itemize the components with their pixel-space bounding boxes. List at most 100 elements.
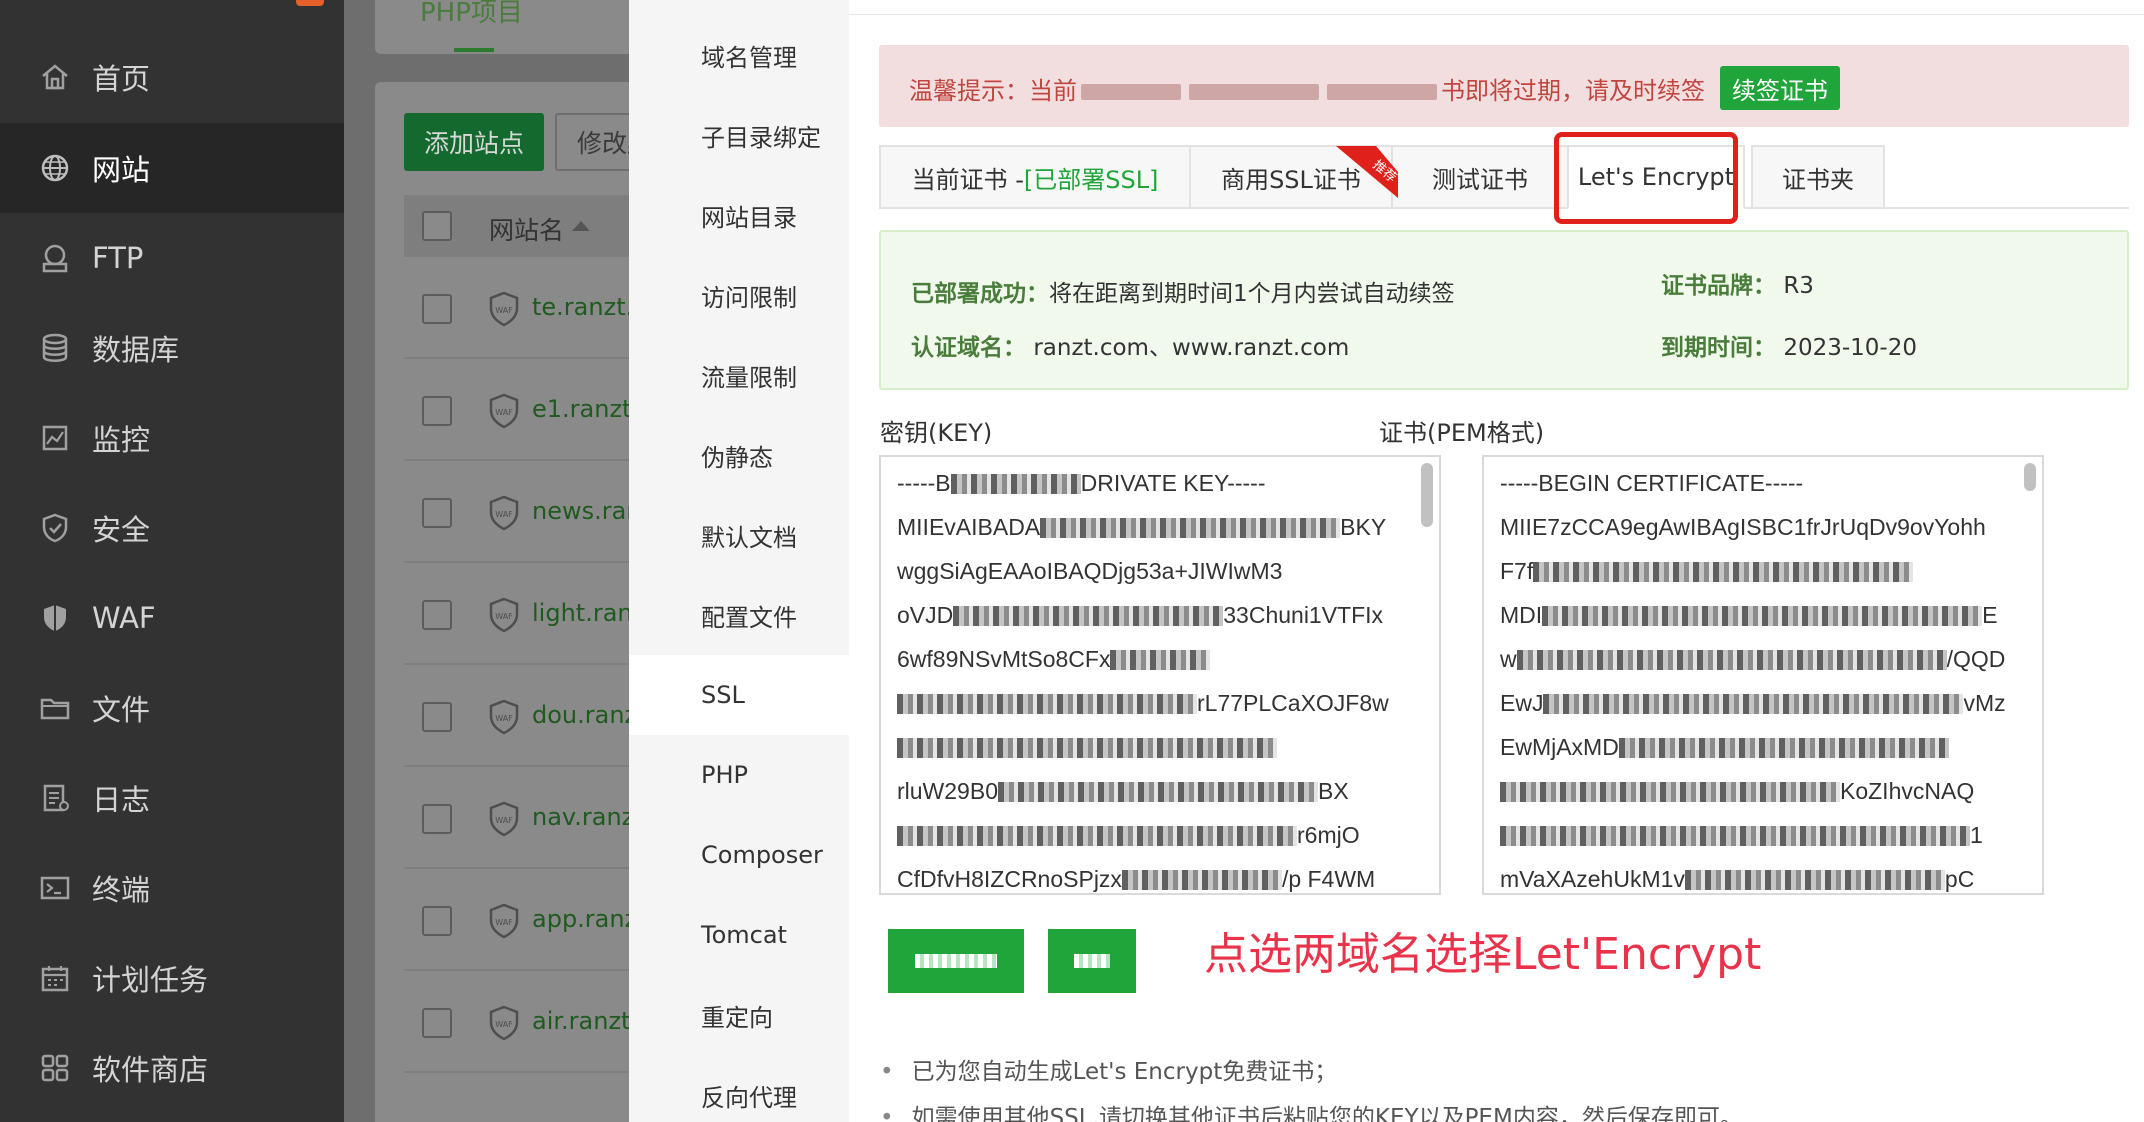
site-link[interactable]: e1.ranzt.c: [532, 395, 642, 423]
row-checkbox[interactable]: [422, 396, 452, 426]
row-checkbox[interactable]: [422, 294, 452, 324]
menu-domain-management[interactable]: 域名管理: [629, 15, 849, 95]
log-icon: [38, 781, 72, 815]
cert-label: 证书(PEM格式): [1379, 419, 1545, 447]
site-link[interactable]: light.ranz: [532, 599, 642, 627]
cert-line: 1: [1500, 822, 1983, 849]
modal-divider: [849, 14, 2144, 15]
home-icon: [38, 60, 72, 94]
save-button[interactable]: [888, 929, 1024, 993]
deployed-value: 将在距离到期时间1个月内尝试自动续签: [1049, 281, 1455, 307]
sidebar-item-website[interactable]: 网站: [0, 123, 344, 213]
row-checkbox[interactable]: [422, 702, 452, 732]
waf-shield-icon: WAF: [489, 495, 519, 531]
note-auto-generated: 已为您自动生成Let's Encrypt免费证书；: [880, 1052, 1338, 1086]
main-sidebar: 首页 网站 FTP 数据库 监控 安全 WAF 文件 日志 终端 计划任务 软件…: [0, 0, 344, 1122]
sidebar-item-security[interactable]: 安全: [0, 483, 344, 573]
menu-composer[interactable]: Composer: [629, 815, 849, 895]
tab-active-indicator: [454, 48, 494, 52]
sort-asc-icon[interactable]: [572, 221, 590, 231]
site-link[interactable]: dou.ranzt: [532, 701, 642, 729]
menu-ssl[interactable]: SSL: [629, 655, 849, 735]
site-link[interactable]: te.ranzt.c: [532, 293, 642, 321]
menu-subdirectory-binding[interactable]: 子目录绑定: [629, 95, 849, 175]
sidebar-item-cron[interactable]: 计划任务: [0, 933, 344, 1023]
tab-current-certificate[interactable]: 当前证书 - [已部署SSL]: [879, 145, 1191, 209]
monitor-icon: [38, 421, 72, 455]
table-row[interactable]: WAF nav.ranzt: [404, 769, 644, 869]
cert-line: MIIE7zCCA9egAwIBAgISBC1frJrUqDv9ovYohh: [1500, 514, 1986, 540]
sidebar-item-store[interactable]: 软件商店: [0, 1023, 344, 1113]
key-label: 密钥(KEY): [880, 419, 993, 447]
svg-text:WAF: WAF: [495, 408, 513, 417]
site-link[interactable]: air.ranzt.c: [532, 1007, 642, 1035]
tab-certificate-folder[interactable]: 证书夹: [1751, 145, 1885, 209]
sidebar-item-home[interactable]: 首页: [0, 32, 344, 122]
sidebar-item-label: 日志: [92, 783, 151, 817]
ssl-tabbar: 当前证书 - [已部署SSL] 商用SSL证书 测试证书 Let's Encry…: [879, 145, 2129, 209]
row-checkbox[interactable]: [422, 1008, 452, 1038]
menu-site-directory[interactable]: 网站目录: [629, 175, 849, 255]
table-row[interactable]: WAF news.ranz: [404, 463, 644, 563]
database-icon: [38, 331, 72, 365]
warning-prefix: 温馨提示：当前: [909, 77, 1077, 105]
sidebar-item-waf[interactable]: WAF: [0, 573, 344, 663]
private-key-textarea[interactable]: -----B DRIVATE KEY----- MIIEvAIBADA BKY wg…: [879, 455, 1441, 895]
table-row[interactable]: WAF app.ranzt: [404, 871, 644, 971]
sidebar-item-files[interactable]: 文件: [0, 663, 344, 753]
menu-default-document[interactable]: 默认文档: [629, 495, 849, 575]
scrollbar-thumb[interactable]: [2024, 463, 2036, 491]
sidebar-item-database[interactable]: 数据库: [0, 303, 344, 393]
row-checkbox[interactable]: [422, 804, 452, 834]
table-row[interactable]: WAF light.ranz: [404, 565, 644, 665]
site-link[interactable]: app.ranzt: [532, 905, 642, 933]
table-row[interactable]: WAF te.ranzt.c: [404, 259, 644, 359]
svg-text:WAF: WAF: [495, 918, 513, 927]
shield-icon: [38, 511, 72, 545]
menu-config-file[interactable]: 配置文件: [629, 575, 849, 655]
table-row[interactable]: WAF dou.ranzt: [404, 667, 644, 767]
svg-text:WAF: WAF: [495, 510, 513, 519]
menu-redirect[interactable]: 重定向: [629, 975, 849, 1055]
sidebar-item-logs[interactable]: 日志: [0, 753, 344, 843]
menu-access-limit[interactable]: 访问限制: [629, 255, 849, 335]
domain-line: 认证域名： ranzt.com、www.ranzt.com: [911, 328, 1349, 362]
waf-shield-icon: WAF: [489, 291, 519, 327]
row-checkbox[interactable]: [422, 498, 452, 528]
waf-shield-icon: WAF: [489, 801, 519, 837]
site-link[interactable]: nav.ranzt: [532, 803, 642, 831]
calendar-icon: [38, 961, 72, 995]
tab-php-project[interactable]: PHP项目: [420, 0, 523, 29]
row-checkbox[interactable]: [422, 600, 452, 630]
sidebar-item-monitor[interactable]: 监控: [0, 393, 344, 483]
sidebar-item-label: 监控: [92, 423, 151, 457]
terminal-icon: [38, 871, 72, 905]
scrollbar-thumb[interactable]: [1421, 463, 1433, 527]
table-row[interactable]: WAF e1.ranzt.c: [404, 361, 644, 461]
deployed-line: 已部署成功：将在距离到期时间1个月内尝试自动续签: [911, 274, 1455, 308]
column-site-name[interactable]: 网站名: [489, 211, 564, 247]
table-row[interactable]: WAF air.ranzt.c: [404, 973, 644, 1073]
edit-default-button[interactable]: 修改默: [555, 113, 635, 171]
menu-php[interactable]: PHP: [629, 735, 849, 815]
menu-reverse-proxy[interactable]: 反向代理: [629, 1055, 849, 1122]
site-link[interactable]: news.ranz: [532, 497, 642, 525]
sidebar-item-label: 网站: [92, 153, 151, 187]
sidebar-item-ftp[interactable]: FTP: [0, 213, 344, 303]
sidebar-item-terminal[interactable]: 终端: [0, 843, 344, 933]
close-ssl-button[interactable]: [1048, 929, 1136, 993]
menu-tomcat[interactable]: Tomcat: [629, 895, 849, 975]
menu-traffic-limit[interactable]: 流量限制: [629, 335, 849, 415]
key-line: MIIEvAIBADA BKY: [897, 514, 1387, 540]
row-checkbox[interactable]: [422, 906, 452, 936]
globe-icon: [38, 151, 72, 185]
renew-certificate-button[interactable]: 续签证书: [1720, 66, 1840, 110]
certificate-pem-textarea[interactable]: -----BEGIN CERTIFICATE----- MIIE7zCCA9eg…: [1482, 455, 2044, 895]
add-site-button[interactable]: 添加站点: [404, 113, 544, 171]
key-line: [897, 734, 1277, 761]
select-all-checkbox[interactable]: [422, 211, 452, 241]
tab-test-certificate[interactable]: 测试证书: [1391, 145, 1569, 209]
menu-rewrite[interactable]: 伪静态: [629, 415, 849, 495]
cert-line: -----BEGIN CERTIFICATE-----: [1500, 470, 1804, 496]
key-line: r6mjO: [897, 822, 1360, 849]
